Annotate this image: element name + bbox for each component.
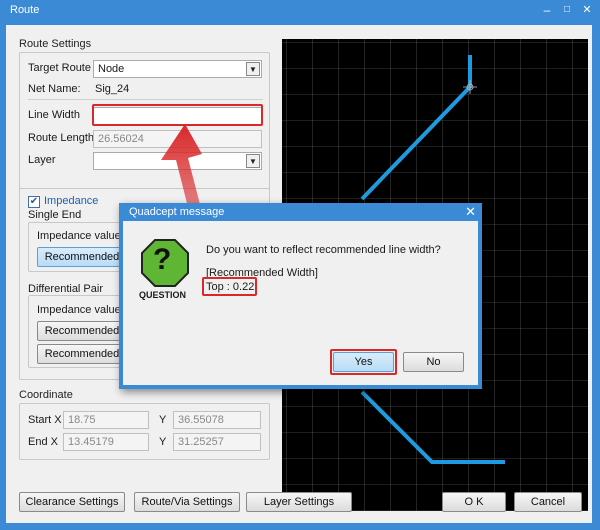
question-caption: QUESTION <box>139 290 187 300</box>
question-glyph: ? <box>153 243 172 276</box>
dialog-title: Quadcept message <box>129 206 225 218</box>
dialog-question-text: Do you want to reflect recommended line … <box>206 244 441 256</box>
route-window: Route – □ ✕ Route Settings Target Route … <box>0 0 600 530</box>
message-dialog: Quadcept message ✕ ? QUESTION Do you wan… <box>119 203 482 389</box>
no-button[interactable]: No <box>403 352 464 372</box>
dialog-body: ? QUESTION Do you want to reflect recomm… <box>123 221 478 385</box>
yes-button-highlight <box>330 349 397 375</box>
top-value-highlight <box>202 277 257 296</box>
dialog-close-button[interactable]: ✕ <box>465 204 476 220</box>
